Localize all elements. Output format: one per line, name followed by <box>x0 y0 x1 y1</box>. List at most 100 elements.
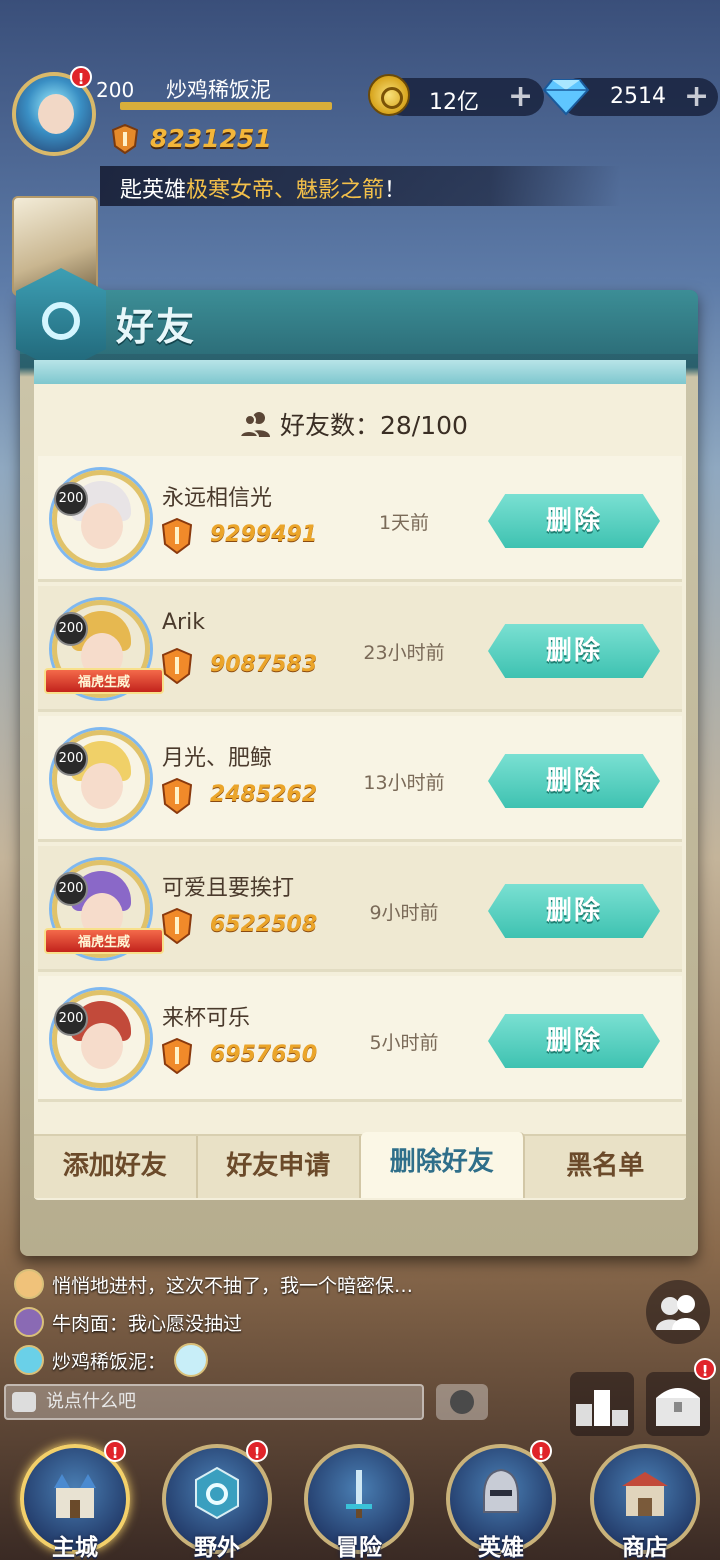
player-name: 炒鸡稀饭泥 <box>166 78 271 102</box>
chat-avatar <box>14 1345 44 1375</box>
experience-bar <box>120 102 332 110</box>
friend-row[interactable]: 200 月光、肥鲸 2485262 13小时前 删除 <box>38 716 682 842</box>
friend-row[interactable]: 200 福虎生威 Arik 9087583 23小时前 删除 <box>38 586 682 712</box>
friend-power: 6957650 <box>210 1042 318 1067</box>
power-shield-icon <box>162 648 192 684</box>
helmet-icon <box>483 1468 519 1513</box>
friend-level-badge: 200 <box>54 482 88 516</box>
friend-row[interactable]: 200 来杯可乐 6957650 5小时前 删除 <box>38 976 682 1102</box>
friend-power: 2485262 <box>210 782 318 807</box>
nav-field[interactable]: 野外 ! <box>162 1436 272 1560</box>
panel-top-band <box>34 360 686 384</box>
avatar-alert-badge: ! <box>70 66 92 88</box>
chest-button[interactable] <box>646 1372 710 1436</box>
delete-friend-button[interactable]: 删除 <box>488 494 660 548</box>
chat-input[interactable]: 说点什么吧 <box>4 1384 424 1420</box>
ticker-highlight: 极寒女帝、魅影之箭 <box>186 178 385 203</box>
last-online-time: 13小时前 <box>363 772 445 794</box>
dialog-title: 好友 <box>116 305 197 349</box>
field-emblem-icon <box>195 1466 239 1520</box>
chat-message[interactable]: 牛肉面：我心愿没抽过 <box>14 1306 242 1338</box>
tab-delete-friend[interactable]: 删除好友 <box>361 1132 525 1198</box>
row-divider <box>38 969 682 972</box>
friend-name: 来杯可乐 <box>162 1006 251 1031</box>
nav-shop[interactable]: 商店 <box>590 1436 700 1560</box>
ranking-button[interactable] <box>570 1372 634 1436</box>
nav-label: 英雄 <box>478 1535 524 1560</box>
friend-name: Arik <box>162 610 205 635</box>
nav-heroes[interactable]: 英雄 ! <box>446 1436 556 1560</box>
diamond-icon <box>542 79 590 116</box>
last-online-time: 23小时前 <box>363 642 445 664</box>
friend-count-label: 好友数：28/100 <box>280 411 468 440</box>
chat-sticker <box>174 1343 209 1377</box>
nav-main-city[interactable]: 主城 ! <box>20 1436 130 1560</box>
event-banner: 福虎生威 <box>44 928 164 954</box>
add-gems-button[interactable]: + <box>684 78 709 116</box>
emoji-button[interactable] <box>436 1384 488 1420</box>
friend-name: 可爱且要挨打 <box>162 876 295 901</box>
gem-amount: 2514 <box>610 84 666 109</box>
row-divider <box>38 1099 682 1102</box>
friend-power: 9087583 <box>210 652 318 677</box>
gold-amount: 12亿 <box>429 90 479 115</box>
shop-icon <box>622 1472 668 1516</box>
row-divider <box>38 579 682 582</box>
last-online-time: 1天前 <box>378 512 430 534</box>
tab-add-friend[interactable]: 添加好友 <box>34 1136 198 1198</box>
treasure-chest-icon <box>656 1388 700 1426</box>
friend-level-badge: 200 <box>54 1002 88 1036</box>
avatar-face <box>81 1023 123 1069</box>
chest-alert-badge: ! <box>694 1358 716 1380</box>
power-shield-icon <box>162 778 192 814</box>
nav-adventure[interactable]: 冒险 <box>304 1436 414 1560</box>
friend-row[interactable]: 200 福虎生威 可爱且要挨打 6522508 9小时前 删除 <box>38 846 682 972</box>
friends-side-button[interactable] <box>646 1280 710 1344</box>
friend-level-badge: 200 <box>54 612 88 646</box>
friend-level-badge: 200 <box>54 742 88 776</box>
player-power: 8231251 <box>150 124 272 153</box>
delete-friend-button[interactable]: 删除 <box>488 1014 660 1068</box>
podium-icon <box>576 1390 628 1426</box>
friend-name: 永远相信光 <box>162 486 273 511</box>
avatar-face <box>81 503 123 549</box>
chat-message[interactable]: 炒鸡稀饭泥： <box>14 1343 209 1377</box>
castle-icon <box>54 1474 96 1518</box>
nav-label: 主城 <box>52 1535 98 1560</box>
friend-count: 好友数：28/100 <box>240 404 468 444</box>
player-level: 200 <box>96 78 135 102</box>
nav-label: 野外 <box>194 1535 240 1560</box>
last-online-time: 5小时前 <box>369 1032 439 1054</box>
ticker-suffix: ！ <box>384 178 407 203</box>
tab-blacklist[interactable]: 黑名单 <box>525 1136 687 1198</box>
add-gold-button[interactable]: + <box>508 78 533 116</box>
nav-label: 商店 <box>622 1535 668 1560</box>
delete-friend-button[interactable]: 删除 <box>488 624 660 678</box>
people-icon <box>240 412 270 438</box>
last-online-time: 9小时前 <box>369 902 439 924</box>
chat-avatar <box>14 1307 44 1337</box>
friend-power: 6522508 <box>210 912 318 937</box>
row-divider <box>38 709 682 712</box>
chat-message[interactable]: 悄悄地进村，这次不抽了，我一个暗密保… <box>14 1268 413 1300</box>
power-shield-icon <box>162 1038 192 1074</box>
friend-name: 月光、肥鲸 <box>162 746 273 771</box>
friend-level-badge: 200 <box>54 872 88 906</box>
power-shield-icon <box>112 124 138 154</box>
ticker-prefix: 匙英雄 <box>120 178 187 203</box>
power-shield-icon <box>162 908 192 944</box>
chat-avatar <box>14 1269 44 1299</box>
gold-coin-icon <box>368 74 410 116</box>
chat-text: 炒鸡稀饭泥： <box>52 1350 167 1373</box>
chat-text: 悄悄地进村，这次不抽了，我一个暗密保… <box>52 1274 414 1297</box>
friend-power: 9299491 <box>210 522 318 547</box>
event-banner: 福虎生威 <box>44 668 164 694</box>
row-divider <box>38 839 682 842</box>
tab-friend-requests[interactable]: 好友申请 <box>198 1136 361 1198</box>
delete-friend-button[interactable]: 删除 <box>488 754 660 808</box>
friend-row[interactable]: 200 永远相信光 9299491 1天前 删除 <box>38 456 682 582</box>
nav-label: 冒险 <box>336 1535 382 1560</box>
nav-alert-badge: ! <box>246 1440 268 1462</box>
chat-bubble-icon <box>12 1392 36 1412</box>
delete-friend-button[interactable]: 删除 <box>488 884 660 938</box>
